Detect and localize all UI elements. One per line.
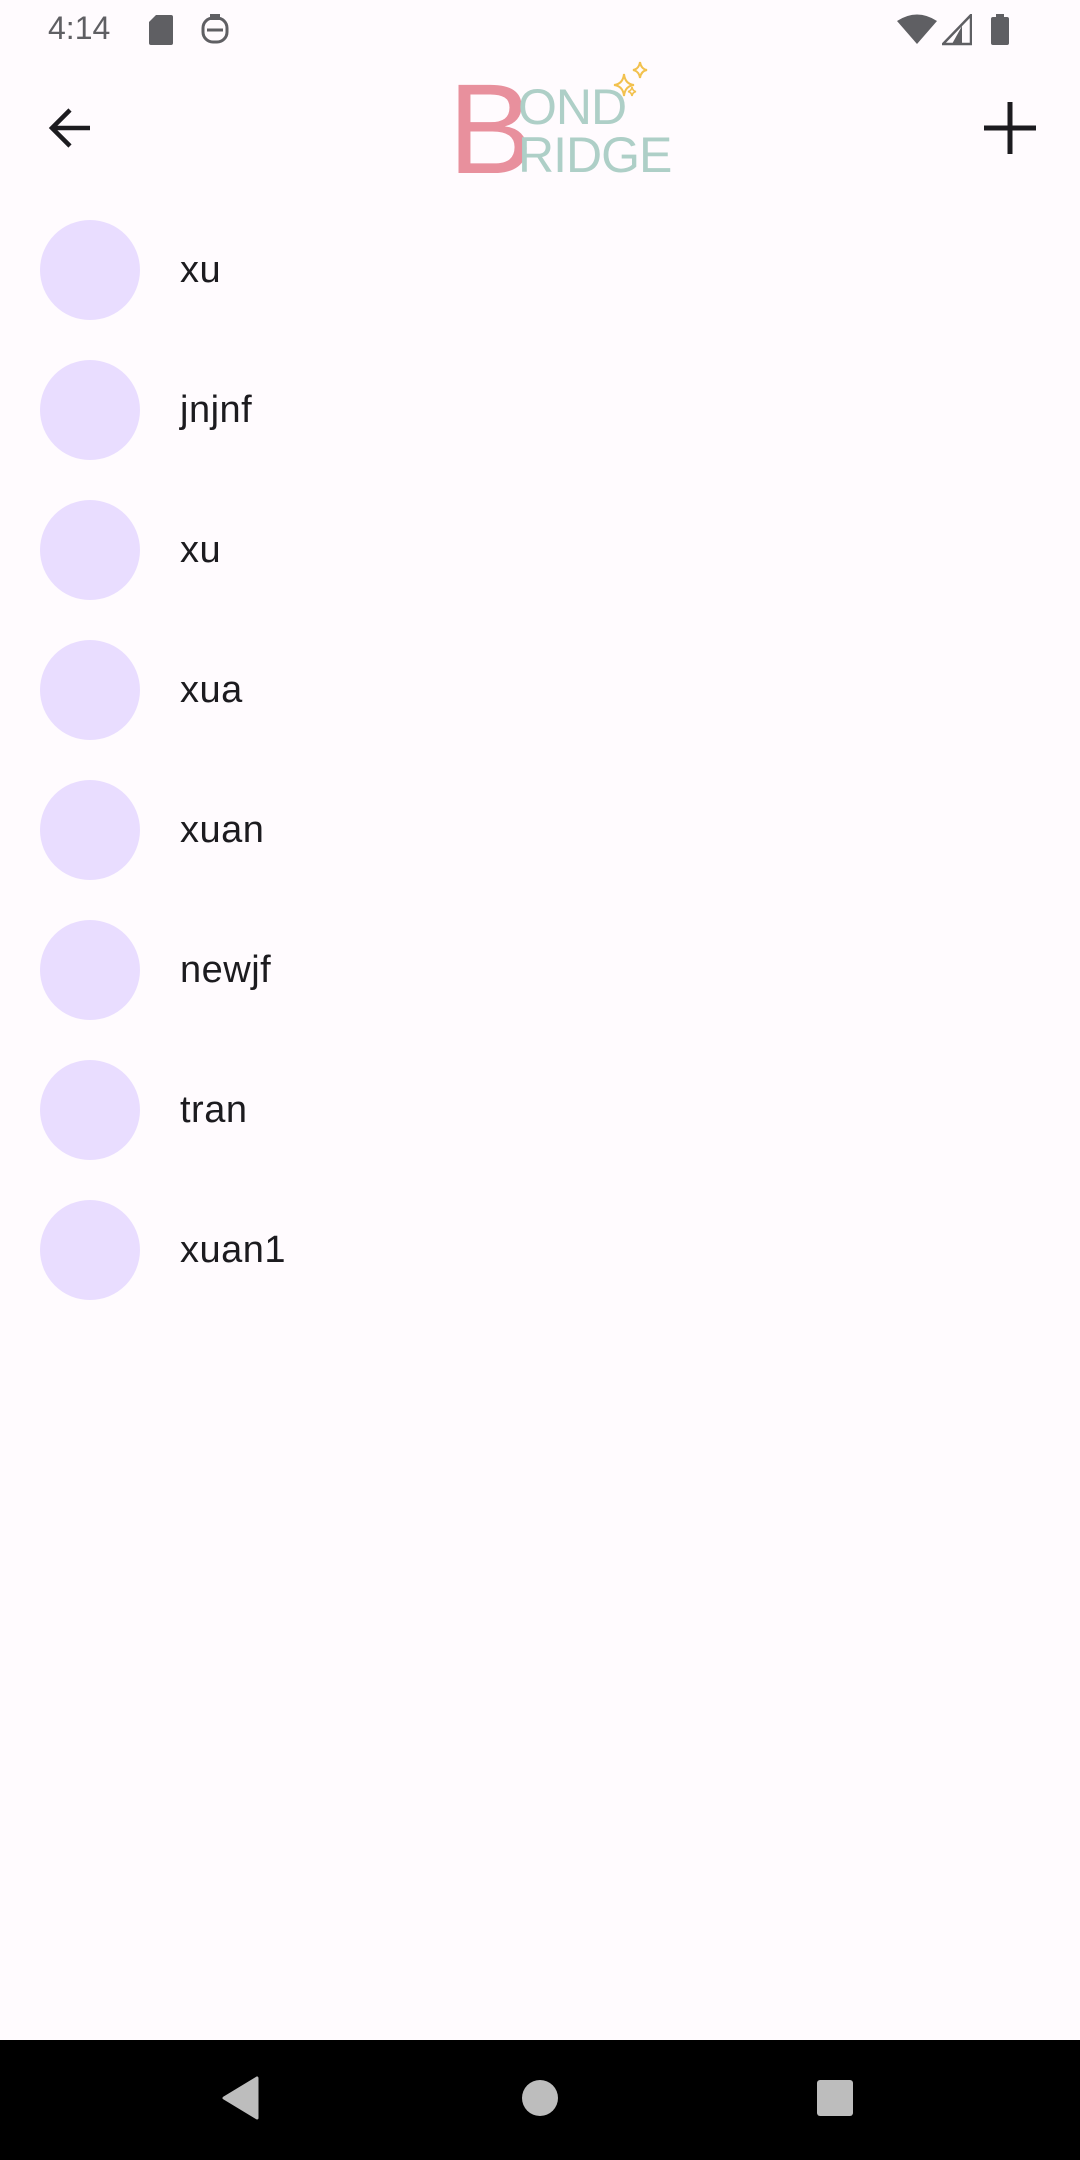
avatar: [40, 1200, 140, 1300]
contact-list: xu jnjnf xu xua xuan newjf tran xuan1: [0, 200, 1080, 1320]
avatar: [40, 640, 140, 740]
avatar: [40, 780, 140, 880]
back-button[interactable]: [30, 90, 110, 170]
contact-name: xuan1: [180, 1229, 287, 1271]
app-bar: B OND RIDGE: [0, 60, 1080, 200]
status-time: 4:14: [48, 10, 111, 46]
nav-recents-button[interactable]: [805, 2070, 865, 2130]
contact-name: xuan: [180, 809, 265, 851]
contact-name: xu: [180, 529, 222, 571]
arrow-back-icon: [48, 107, 92, 153]
contact-name: tran: [180, 1089, 248, 1131]
add-contact-button[interactable]: [970, 90, 1050, 170]
contact-name: xua: [180, 669, 243, 711]
logo-line2: RIDGE: [518, 127, 672, 183]
list-item[interactable]: tran: [0, 1040, 1080, 1180]
plus-icon: [982, 100, 1038, 161]
back-triangle-icon: [221, 2076, 261, 2125]
list-item[interactable]: xua: [0, 620, 1080, 760]
contact-name: newjf: [180, 949, 272, 991]
list-item[interactable]: xu: [0, 480, 1080, 620]
assistant-icon: [200, 14, 230, 51]
list-item[interactable]: xuan: [0, 760, 1080, 900]
battery-icon: [990, 14, 1010, 51]
home-circle-icon: [520, 2078, 560, 2123]
avatar: [40, 220, 140, 320]
list-item[interactable]: newjf: [0, 900, 1080, 1040]
avatar: [40, 500, 140, 600]
list-item[interactable]: jnjnf: [0, 340, 1080, 480]
list-item[interactable]: xuan1: [0, 1180, 1080, 1320]
avatar: [40, 1060, 140, 1160]
bondbridge-logo: B OND RIDGE: [448, 60, 672, 194]
recents-square-icon: [815, 2078, 855, 2123]
nav-home-button[interactable]: [510, 2070, 570, 2130]
avatar: [40, 360, 140, 460]
wifi-icon: [896, 14, 938, 51]
sd-card-icon: [148, 14, 174, 51]
screen: 4:14 B OND RIDGE xu jnjnf xu xua xuan ne…: [0, 0, 1080, 2160]
status-bar: 4:14: [0, 0, 1080, 60]
contact-name: xu: [180, 249, 222, 291]
nav-back-button[interactable]: [211, 2070, 271, 2130]
sparkle-icon: [606, 60, 656, 108]
cell-signal-icon: [940, 11, 973, 51]
contact-name: jnjnf: [180, 389, 253, 431]
avatar: [40, 920, 140, 1020]
list-item[interactable]: xu: [0, 200, 1080, 340]
system-nav-bar: [0, 2040, 1080, 2160]
